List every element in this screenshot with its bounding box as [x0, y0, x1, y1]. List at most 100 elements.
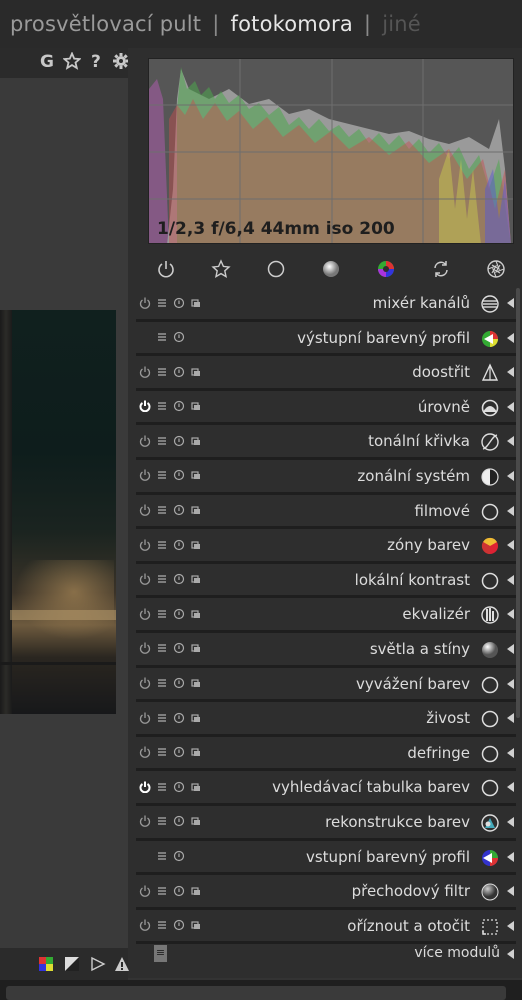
menu-icon[interactable] — [155, 850, 168, 863]
refresh-icon[interactable] — [429, 257, 453, 281]
module-row[interactable]: oříznout a otočit — [136, 909, 516, 945]
softproof-icon[interactable] — [90, 956, 106, 972]
module-row[interactable]: lokální kontrast — [136, 563, 516, 599]
module-row[interactable]: doostřit — [136, 356, 516, 391]
reset-icon[interactable] — [172, 850, 185, 863]
expand-arrow-icon[interactable] — [507, 920, 514, 931]
reset-icon[interactable] — [172, 815, 185, 828]
expand-arrow-icon[interactable] — [507, 540, 514, 551]
expand-arrow-icon[interactable] — [507, 470, 514, 481]
reset-icon[interactable] — [172, 746, 185, 759]
module-row[interactable]: přechodový filtr — [136, 875, 516, 910]
module-row[interactable]: světla a stíny — [136, 632, 516, 668]
expand-arrow-icon[interactable] — [507, 609, 514, 620]
expand-arrow-icon[interactable] — [507, 298, 514, 308]
module-label[interactable]: tonální křivka — [368, 432, 470, 450]
aperture-icon[interactable] — [484, 257, 508, 281]
reset-icon[interactable] — [172, 607, 185, 620]
module-label[interactable]: defringe — [407, 744, 470, 762]
module-row[interactable]: zóny barev — [136, 529, 516, 564]
module-label[interactable]: doostřit — [412, 363, 470, 381]
power-icon[interactable] — [138, 919, 151, 932]
instance-icon[interactable] — [189, 504, 202, 517]
more-modules-label[interactable]: více modulů — [414, 945, 500, 961]
instance-icon[interactable] — [189, 434, 202, 447]
reset-icon[interactable] — [172, 504, 185, 517]
instance-icon[interactable] — [189, 711, 202, 724]
power-icon[interactable] — [138, 296, 151, 309]
expand-arrow-icon[interactable] — [507, 886, 514, 897]
power-icon[interactable] — [138, 815, 151, 828]
reset-icon[interactable] — [172, 469, 185, 482]
instance-icon[interactable] — [189, 400, 202, 413]
expand-arrow-icon[interactable] — [507, 816, 514, 827]
reset-icon[interactable] — [172, 711, 185, 724]
reset-icon[interactable] — [172, 573, 185, 586]
expand-arrow-icon[interactable] — [507, 851, 514, 862]
module-row[interactable]: filmové — [136, 494, 516, 530]
instance-icon[interactable] — [189, 815, 202, 828]
module-label[interactable]: vyhledávací tabulka barev — [272, 778, 470, 796]
reset-icon[interactable] — [172, 538, 185, 551]
power-icon[interactable] — [138, 469, 151, 482]
power-icon[interactable] — [138, 365, 151, 378]
module-label[interactable]: úrovně — [418, 398, 470, 416]
circle-icon[interactable] — [264, 257, 288, 281]
power-icon[interactable] — [138, 642, 151, 655]
reset-icon[interactable] — [172, 365, 185, 378]
menu-icon[interactable] — [155, 746, 168, 759]
instance-icon[interactable] — [189, 919, 202, 932]
menu-icon[interactable] — [155, 919, 168, 932]
expand-arrow-icon[interactable] — [507, 367, 514, 378]
menu-icon[interactable] — [155, 400, 168, 413]
module-label[interactable]: vyvážení barev — [356, 675, 470, 693]
power-icon[interactable] — [138, 504, 151, 517]
module-row[interactable]: výstupní barevný profil — [136, 321, 516, 357]
module-row[interactable]: živost — [136, 702, 516, 737]
menu-icon[interactable] — [155, 365, 168, 378]
module-label[interactable]: zóny barev — [387, 536, 470, 554]
menu-icon[interactable] — [155, 469, 168, 482]
module-label[interactable]: vstupní barevný profil — [306, 848, 470, 866]
menu-icon[interactable] — [155, 331, 168, 344]
menu-icon[interactable] — [155, 504, 168, 517]
scrollbar[interactable] — [516, 288, 520, 718]
image-canvas[interactable] — [0, 78, 128, 948]
module-row[interactable]: defringe — [136, 736, 516, 772]
module-label[interactable]: oříznout a otočit — [347, 917, 470, 935]
module-row[interactable]: rekonstrukce barev — [136, 805, 516, 841]
view-darkroom[interactable]: fotokomora — [231, 12, 353, 36]
power-icon[interactable] — [138, 780, 151, 793]
module-row[interactable]: úrovně — [136, 390, 516, 426]
menu-icon[interactable] — [155, 815, 168, 828]
module-row[interactable]: vyhledávací tabulka barev — [136, 771, 516, 806]
instance-icon[interactable] — [189, 746, 202, 759]
reset-icon[interactable] — [172, 400, 185, 413]
instance-icon[interactable] — [189, 538, 202, 551]
histogram[interactable]: 1/2,3 f/6,4 44mm iso 200 — [148, 58, 514, 244]
expand-arrow-icon[interactable] — [507, 643, 514, 654]
more-modules[interactable]: ≡ více modulů — [136, 943, 516, 969]
module-label[interactable]: lokální kontrast — [355, 571, 470, 589]
module-row[interactable]: vyvážení barev — [136, 667, 516, 703]
reset-icon[interactable] — [172, 677, 185, 690]
menu-icon[interactable] — [155, 642, 168, 655]
color-swatch-icon[interactable] — [38, 956, 54, 972]
expand-arrow-icon[interactable] — [507, 782, 514, 793]
module-row[interactable]: zonální systém — [136, 459, 516, 495]
module-row[interactable]: mixér kanálů — [136, 287, 516, 322]
instance-icon[interactable] — [189, 884, 202, 897]
module-label[interactable]: mixér kanálů — [373, 294, 470, 312]
expand-arrow-icon[interactable] — [507, 436, 514, 447]
color-wheel-icon[interactable] — [374, 257, 398, 281]
expand-arrow-icon[interactable] — [507, 401, 514, 412]
instance-icon[interactable] — [189, 607, 202, 620]
gamut-warning-icon[interactable] — [114, 956, 130, 972]
power-icon[interactable] — [138, 746, 151, 759]
overexposure-icon[interactable] — [64, 956, 80, 972]
module-row[interactable]: vstupní barevný profil — [136, 840, 516, 876]
instance-icon[interactable] — [189, 780, 202, 793]
reset-icon[interactable] — [172, 780, 185, 793]
menu-icon[interactable] — [155, 884, 168, 897]
help-button[interactable]: ? — [91, 52, 101, 72]
